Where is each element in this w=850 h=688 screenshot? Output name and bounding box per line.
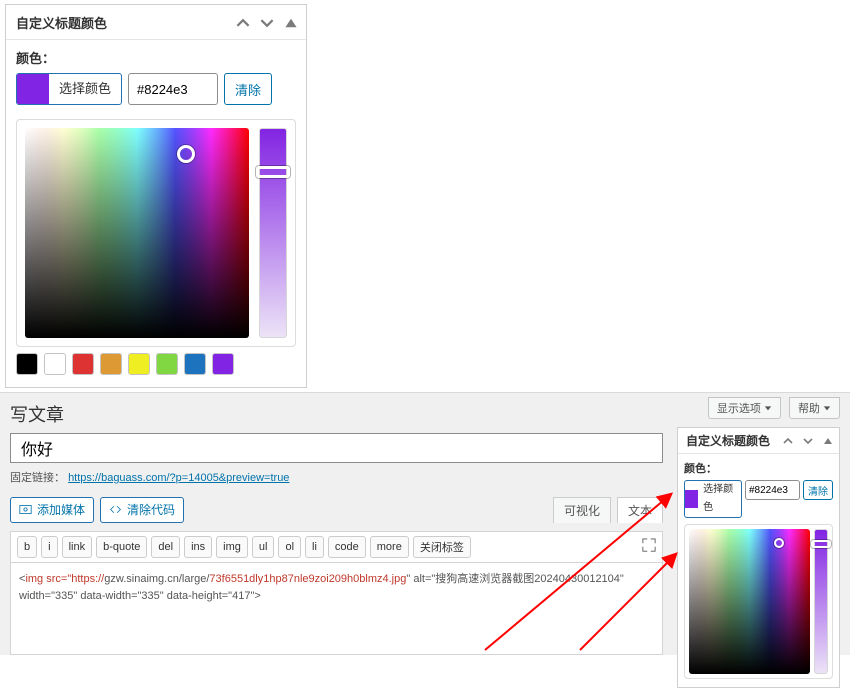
- media-buttons-row: 添加媒体 清除代码: [10, 497, 184, 523]
- quicktag-ol[interactable]: [278, 536, 301, 558]
- collapse-icon[interactable]: [823, 436, 833, 446]
- hue-slider[interactable]: [259, 128, 287, 338]
- pick-color-button[interactable]: 选择颜色: [684, 480, 742, 518]
- sv-cursor-icon[interactable]: [177, 145, 195, 163]
- preset-white[interactable]: [44, 353, 66, 375]
- pick-color-label: 选择颜色: [698, 481, 741, 517]
- order-up-icon[interactable]: [236, 16, 250, 30]
- current-swatch: [17, 74, 49, 104]
- preset-blue[interactable]: [184, 353, 206, 375]
- hue-slider[interactable]: [814, 529, 828, 674]
- clear-button[interactable]: 清除: [803, 480, 833, 500]
- clear-code-label: 清除代码: [127, 501, 175, 518]
- quicktag-ul[interactable]: [252, 536, 275, 558]
- clear-button[interactable]: 清除: [224, 73, 272, 105]
- quicktag-li[interactable]: [305, 536, 324, 558]
- metabox-title: 自定义标题颜色: [686, 432, 770, 449]
- field-label-color: 颜色：: [16, 48, 296, 67]
- preset-orange[interactable]: [100, 353, 122, 375]
- post-title-input[interactable]: [10, 433, 663, 463]
- hue-handle-icon[interactable]: [811, 540, 831, 548]
- preset-yellow[interactable]: [128, 353, 150, 375]
- media-icon: [19, 503, 32, 516]
- preset-colors-row: [16, 353, 296, 375]
- quicktag-ins[interactable]: [184, 536, 212, 558]
- quicktags-toolbar: [10, 531, 663, 563]
- metabox-actions: [236, 16, 298, 30]
- preset-green[interactable]: [156, 353, 178, 375]
- tab-visual[interactable]: 可视化: [553, 497, 611, 523]
- add-media-label: 添加媒体: [37, 501, 85, 518]
- post-content-textarea[interactable]: <img src="https://gzw.sinaimg.cn/large/7…: [10, 563, 663, 655]
- metabox-actions: [783, 436, 833, 446]
- metabox-header: 自定义标题颜色: [678, 428, 839, 454]
- quicktag-i[interactable]: [41, 536, 57, 558]
- metabox-body: 颜色： 选择颜色 清除: [678, 454, 839, 687]
- editor-zone: 显示选项 帮助 写文章 固定链接： https://baguass.com/?p…: [0, 392, 850, 655]
- editor-tabs: 可视化 文本: [553, 497, 663, 523]
- permalink-label: 固定链接：: [10, 472, 65, 484]
- color-field-row: 选择颜色 清除: [684, 480, 833, 518]
- code-file-link: 73f6551dly1hp87nle9zoi209h0blmz4.jpg: [209, 573, 406, 585]
- preset-red[interactable]: [72, 353, 94, 375]
- collapse-icon[interactable]: [284, 16, 298, 30]
- quicktag-more[interactable]: [370, 536, 409, 558]
- color-field-row: 选择颜色 清除: [16, 73, 296, 105]
- metabox-custom-title-color-small: 自定义标题颜色 颜色： 选择颜色 清除: [677, 427, 840, 688]
- color-picker-area: [16, 119, 296, 347]
- fullscreen-icon[interactable]: [642, 538, 656, 552]
- code-src-link: src="https://: [43, 573, 104, 585]
- quicktag-b-quote[interactable]: [96, 536, 147, 558]
- permalink-row: 固定链接： https://baguass.com/?p=14005&previ…: [10, 469, 663, 485]
- hue-handle-icon[interactable]: [256, 166, 290, 178]
- hex-input[interactable]: [128, 73, 218, 105]
- code-icon: [109, 503, 122, 516]
- quicktag-关闭标签[interactable]: [413, 536, 471, 558]
- pick-color-button[interactable]: 选择颜色: [16, 73, 122, 105]
- field-label-color: 颜色：: [684, 460, 833, 476]
- code-tag-link: img: [25, 573, 43, 585]
- page-heading: 写文章: [10, 401, 64, 427]
- order-down-icon[interactable]: [803, 436, 813, 446]
- clear-code-button[interactable]: 清除代码: [100, 497, 184, 523]
- saturation-value-field[interactable]: [689, 529, 810, 674]
- quicktag-link[interactable]: [62, 536, 93, 558]
- order-up-icon[interactable]: [783, 436, 793, 446]
- quicktag-img[interactable]: [216, 536, 248, 558]
- metabox-custom-title-color-large: 自定义标题颜色 颜色： 选择颜色 清除: [5, 4, 307, 388]
- quicktag-code[interactable]: [328, 536, 366, 558]
- saturation-value-field[interactable]: [25, 128, 249, 338]
- preset-purple[interactable]: [212, 353, 234, 375]
- preset-black[interactable]: [16, 353, 38, 375]
- editor-main: 写文章 固定链接： https://baguass.com/?p=14005&p…: [10, 399, 663, 655]
- metabox-title: 自定义标题颜色: [16, 13, 107, 32]
- color-picker-area: [684, 524, 833, 679]
- current-swatch: [685, 490, 698, 508]
- add-media-button[interactable]: 添加媒体: [10, 497, 94, 523]
- tab-text[interactable]: 文本: [617, 497, 663, 523]
- sv-cursor-icon[interactable]: [774, 538, 784, 548]
- order-down-icon[interactable]: [260, 16, 274, 30]
- quicktag-b[interactable]: [17, 536, 37, 558]
- hex-input[interactable]: [745, 480, 800, 500]
- quicktag-del[interactable]: [151, 536, 180, 558]
- metabox-body: 颜色： 选择颜色 清除: [6, 40, 306, 387]
- permalink-link[interactable]: https://baguass.com/?p=14005&preview=tru…: [68, 472, 289, 484]
- metabox-header: 自定义标题颜色: [6, 5, 306, 40]
- pick-color-label: 选择颜色: [49, 74, 121, 104]
